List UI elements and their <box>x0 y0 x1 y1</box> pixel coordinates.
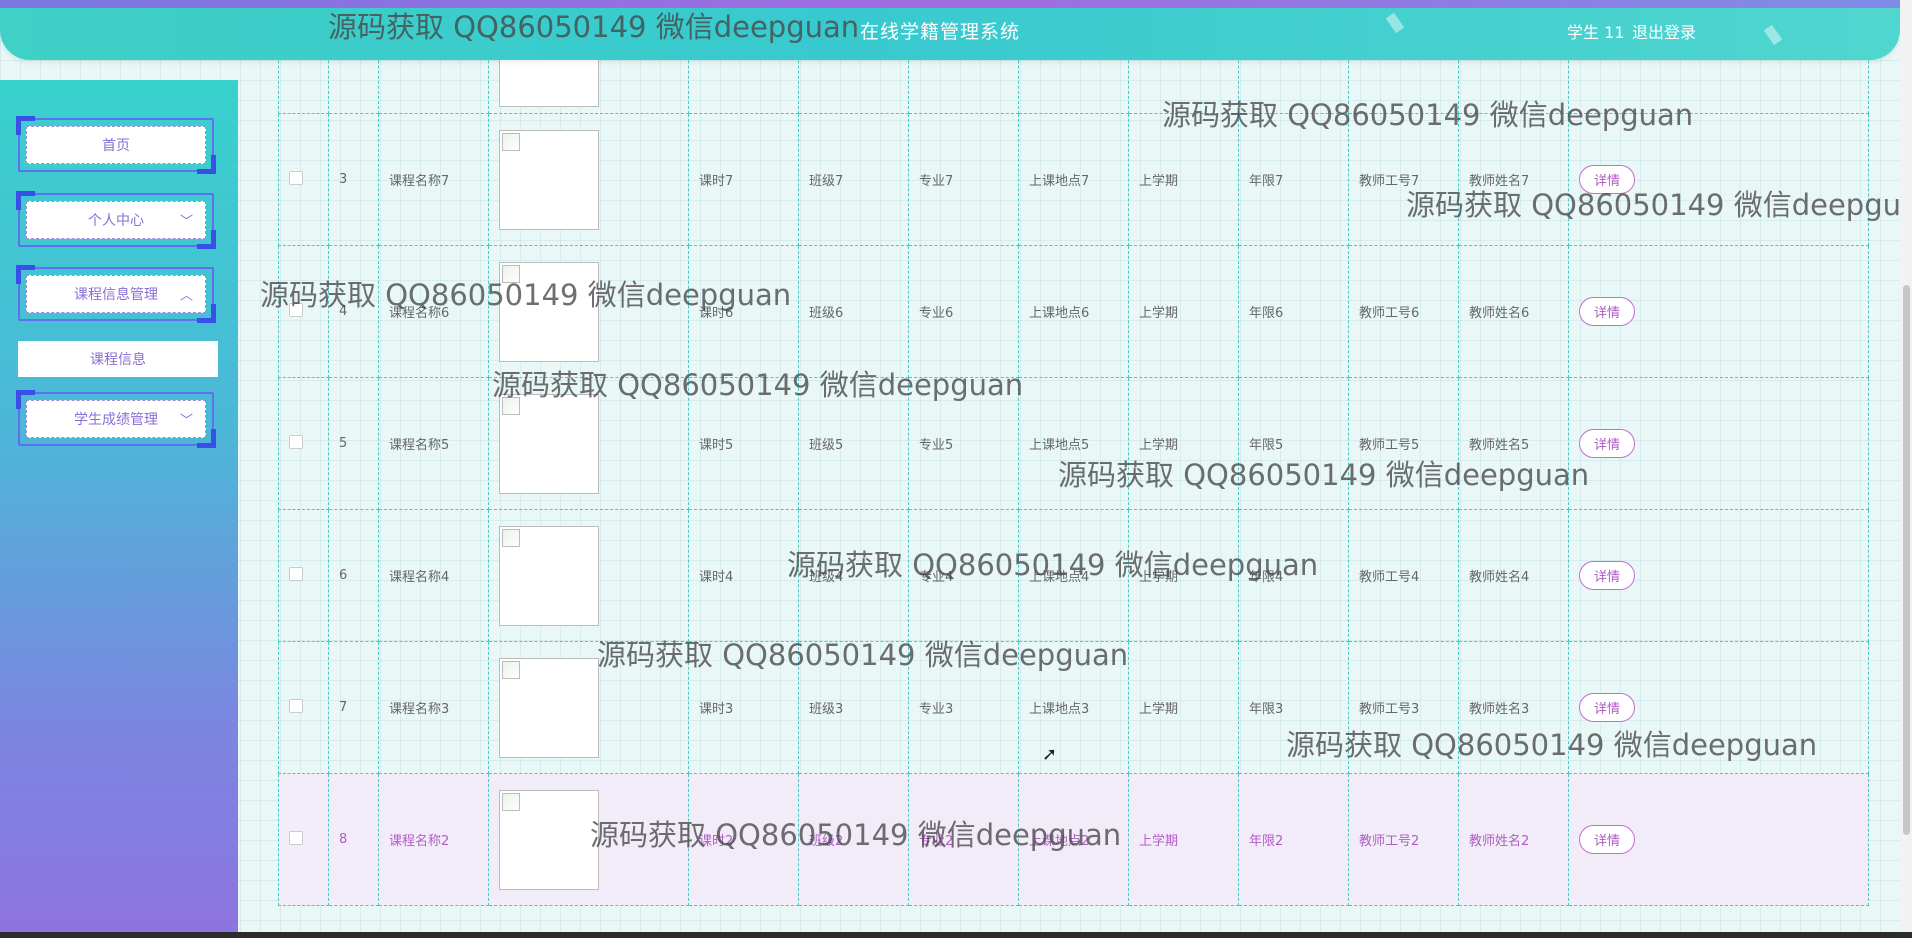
cell-term: 上学期 <box>1128 773 1239 906</box>
sidebar-item-label: 学生成绩管理 <box>74 412 158 428</box>
row-checkbox-cell <box>278 509 329 642</box>
detail-button[interactable]: 详情 <box>1579 825 1636 854</box>
sidebar-item-label: 个人中心 <box>88 213 144 229</box>
menu-inner: 首页 <box>26 126 206 164</box>
logout-link[interactable]: 退出登录 <box>1632 19 1696 43</box>
mouse-cursor-icon: ➚ <box>1042 744 1058 765</box>
cell-teacher-name: 教师姓名6 <box>1458 245 1569 378</box>
cell-name: 课程名称4 <box>378 509 489 642</box>
cell-index: 8 <box>328 773 379 906</box>
cell-name: 课程名称2 <box>378 773 489 906</box>
cell-image <box>488 509 689 642</box>
app-title: 在线学籍管理系统 <box>860 21 1021 43</box>
cell-name: 课程名称7 <box>378 113 489 246</box>
cell-location: 上课地点6 <box>1018 245 1129 378</box>
detail-button[interactable]: 详情 <box>1579 561 1636 590</box>
broken-image-icon <box>499 525 599 626</box>
row-checkbox-cell <box>278 113 329 246</box>
cell-teacher-name: 教师姓名2 <box>1458 773 1569 906</box>
watermark-text: 源码获取 QQ86050149 微信deepguan <box>1058 458 1590 492</box>
cell-teacher-id: 教师工号4 <box>1348 509 1459 642</box>
cell-index: 6 <box>328 509 379 642</box>
menu-inner: 个人中心 ﹀ <box>26 201 206 239</box>
row-checkbox[interactable] <box>289 434 303 449</box>
menu-inner: 学生成绩管理 ﹀ <box>26 400 206 438</box>
chevron-down-icon: ﹀ <box>179 413 193 429</box>
cell-index: 3 <box>328 113 379 246</box>
cell-major: 专业6 <box>908 245 1019 378</box>
row-checkbox-cell <box>278 377 329 510</box>
watermark-text: 源码获取 QQ86050149 微信deepguan <box>328 10 860 44</box>
menu-inner: 课程信息管理 ︿ <box>26 275 206 313</box>
sidebar-item-label: 课程信息管理 <box>74 287 158 303</box>
scrollbar-thumb[interactable] <box>1903 285 1910 835</box>
watermark-text: 源码获取 QQ86050149 微信deepguan <box>597 638 1129 672</box>
cell-location: 上课地点7 <box>1018 113 1129 246</box>
header-decoration <box>1763 24 1783 46</box>
row-checkbox[interactable] <box>289 698 303 713</box>
cell-teacher-name: 教师姓名4 <box>1458 509 1569 642</box>
watermark-text: 源码获取 QQ86050149 微信deepguan <box>1406 188 1912 222</box>
cell-actions: 详情 <box>1568 773 1869 906</box>
cell-index: 7 <box>328 641 379 774</box>
sidebar: 首页 个人中心 ﹀ 课程信息管理 ︿ 课程信息 学生成绩管理 ﹀ <box>0 80 238 938</box>
top-header: 在线学籍管理系统 学生 11 退出登录 <box>0 0 1900 60</box>
sidebar-item-score-management[interactable]: 学生成绩管理 ﹀ <box>16 390 216 448</box>
cell-years: 年限6 <box>1238 245 1349 378</box>
broken-image-icon <box>499 393 599 494</box>
cell-image <box>488 113 689 246</box>
watermark-text: 源码获取 QQ86050149 微信deepguan <box>1162 98 1694 132</box>
bottom-edge <box>0 932 1912 938</box>
broken-image-icon <box>499 129 599 230</box>
row-checkbox[interactable] <box>289 830 303 845</box>
cell-class: 班级7 <box>798 113 909 246</box>
chevron-up-icon: ︿ <box>179 288 193 304</box>
cell-name: 课程名称3 <box>378 641 489 774</box>
broken-image-icon <box>499 789 599 890</box>
cell-actions: 详情 <box>1568 377 1869 510</box>
watermark-text: 源码获取 QQ86050149 微信deepguan <box>260 278 792 312</box>
header-decoration <box>1385 12 1405 34</box>
row-checkbox-cell <box>278 641 329 774</box>
cell-actions: 详情 <box>1568 509 1869 642</box>
cell-major: 专业7 <box>908 113 1019 246</box>
detail-button[interactable]: 详情 <box>1579 693 1636 722</box>
watermark-text: 源码获取 QQ86050149 微信deepguan <box>492 368 1024 402</box>
row-checkbox[interactable] <box>289 170 303 185</box>
cell-teacher-id: 教师工号2 <box>1348 773 1459 906</box>
cell-teacher-id: 教师工号6 <box>1348 245 1459 378</box>
sidebar-item-course-management[interactable]: 课程信息管理 ︿ <box>16 265 216 323</box>
cell-term: 上学期 <box>1128 245 1239 378</box>
row-checkbox-cell <box>278 773 329 906</box>
detail-button[interactable]: 详情 <box>1579 297 1636 326</box>
cell-hours: 课时7 <box>688 113 799 246</box>
current-user: 学生 11 <box>1567 23 1625 42</box>
vertical-scrollbar[interactable] <box>1900 0 1912 938</box>
cell-actions: 详情 <box>1568 245 1869 378</box>
row-checkbox[interactable] <box>289 566 303 581</box>
cell-term: 上学期 <box>1128 641 1239 774</box>
chevron-down-icon: ﹀ <box>179 214 193 230</box>
broken-image-icon <box>499 657 599 758</box>
cell-hours: 课时4 <box>688 509 799 642</box>
cell-index: 5 <box>328 377 379 510</box>
sidebar-item-home[interactable]: 首页 <box>16 116 216 174</box>
sidebar-item-label: 首页 <box>102 138 130 154</box>
cell-years: 年限2 <box>1238 773 1349 906</box>
cell-class: 班级6 <box>798 245 909 378</box>
sidebar-subitem-course-info[interactable]: 课程信息 <box>18 341 218 377</box>
cell-name: 课程名称5 <box>378 377 489 510</box>
watermark-text: 源码获取 QQ86050149 微信deepguan <box>1286 728 1818 762</box>
watermark-text: 源码获取 QQ86050149 微信deepguan <box>787 548 1319 582</box>
sidebar-item-personal-center[interactable]: 个人中心 ﹀ <box>16 191 216 249</box>
watermark-text: 源码获取 QQ86050149 微信deepguan <box>590 818 1122 852</box>
